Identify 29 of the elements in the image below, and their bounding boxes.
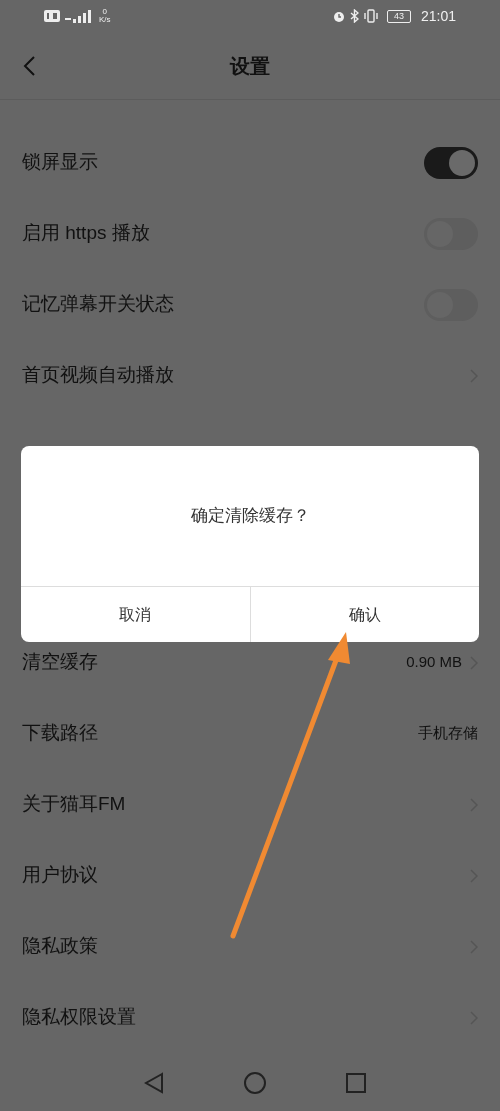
battery-icon: 43 bbox=[386, 9, 411, 23]
home-icon[interactable] bbox=[244, 1072, 266, 1094]
setting-label[interactable]: 隐私权限设置 bbox=[22, 1003, 136, 1032]
setting-label[interactable]: 关于猫耳FM bbox=[22, 790, 126, 819]
alarm-icon bbox=[331, 9, 346, 23]
back-icon[interactable] bbox=[22, 54, 36, 77]
setting-label[interactable]: 首页视频自动播放 bbox=[22, 361, 174, 390]
signal-icon bbox=[65, 9, 91, 23]
setting-value: 0.90 MB bbox=[406, 652, 462, 673]
back-icon[interactable] bbox=[144, 1072, 164, 1094]
setting-label[interactable]: 下载路径 bbox=[22, 719, 98, 748]
toggle-switch[interactable] bbox=[424, 146, 478, 179]
setting-label[interactable]: 记忆弹幕开关状态 bbox=[22, 290, 174, 319]
setting-value: 手机存储 bbox=[418, 723, 478, 744]
setting-label[interactable]: 锁屏显示 bbox=[22, 148, 98, 177]
setting-label[interactable]: 启用 https 播放 bbox=[22, 219, 150, 248]
recents-icon[interactable] bbox=[346, 1073, 366, 1093]
vibrate-icon bbox=[362, 9, 379, 23]
hd-icon bbox=[44, 10, 60, 22]
net-speed-unit: K/s bbox=[99, 16, 111, 24]
dialog-button[interactable]: 取消 bbox=[21, 587, 250, 642]
page-title: 设置 bbox=[230, 53, 270, 79]
setting-label[interactable]: 隐私政策 bbox=[22, 932, 98, 961]
net-speed-text: 0 bbox=[102, 8, 107, 16]
bluetooth-icon bbox=[349, 9, 359, 23]
dialog-message: 确定清除缓存？ bbox=[190, 505, 310, 528]
setting-label[interactable]: 用户协议 bbox=[22, 861, 98, 890]
setting-label[interactable]: 清空缓存 bbox=[22, 648, 98, 677]
clock-text: 21:01 bbox=[420, 6, 456, 26]
